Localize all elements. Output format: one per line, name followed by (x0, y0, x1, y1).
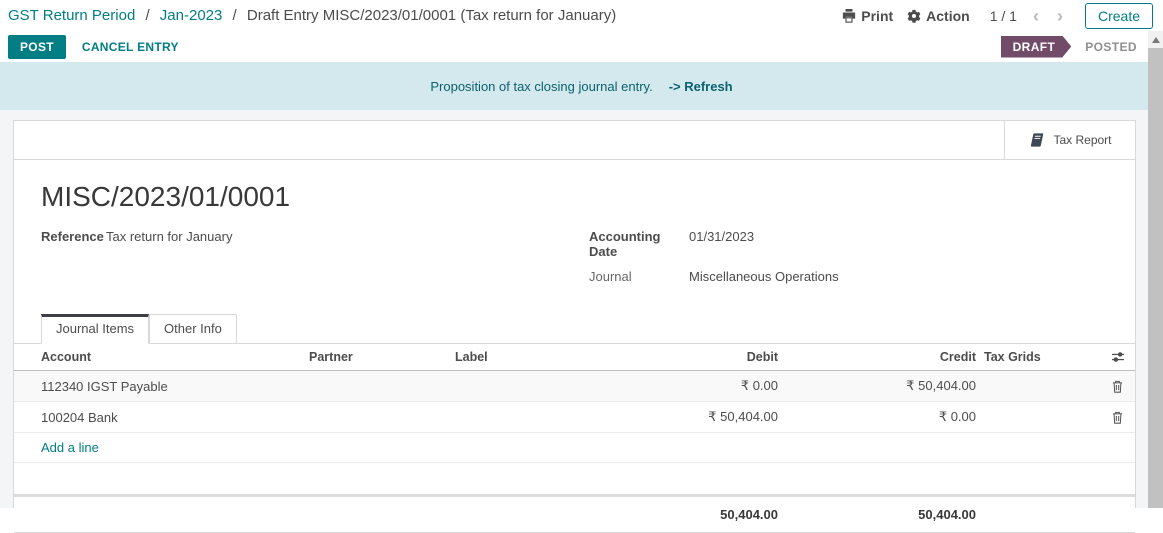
column-header-partner[interactable]: Partner (305, 344, 451, 371)
cell-partner[interactable] (305, 402, 451, 433)
breadcrumb-link-gst-return-period[interactable]: GST Return Period (8, 7, 135, 24)
entry-title: MISC/2023/01/0001 (41, 180, 1108, 214)
cell-account[interactable]: 112340 IGST Payable (14, 371, 305, 402)
refresh-link[interactable]: -> Refresh (669, 79, 733, 94)
field-group: Reference Tax return for January Account… (41, 229, 1108, 297)
column-header-label[interactable]: Label (451, 344, 636, 371)
tax-report-label: Tax Report (1053, 133, 1111, 147)
totals-row: 50,404.00 50,404.00 (14, 497, 1135, 533)
table-header-row: Account Partner Label Debit Credit Tax G… (14, 344, 1135, 371)
breadcrumb-separator: / (145, 7, 149, 24)
info-banner: Proposition of tax closing journal entry… (0, 62, 1163, 110)
total-debit: 50,404.00 (636, 497, 782, 533)
top-actions: Print Action 1 / 1 ‹ › Create (842, 3, 1153, 29)
action-label: Action (926, 8, 970, 24)
cell-credit[interactable]: ₹ 50,404.00 (782, 371, 980, 402)
pager-previous-icon[interactable]: ‹ (1031, 9, 1041, 23)
journal-item-row[interactable]: 112340 IGST Payable ₹ 0.00 ₹ 50,404.00 (14, 371, 1135, 402)
notebook-tabs: Journal Items Other Info (14, 314, 1135, 344)
scrollbar-up-arrow-icon[interactable] (1148, 31, 1163, 48)
trash-icon (1104, 411, 1131, 424)
breadcrumb-link-jan-2023[interactable]: Jan-2023 (160, 7, 223, 24)
sliders-icon (1104, 351, 1131, 363)
breadcrumb-current: Draft Entry MISC/2023/01/0001 (Tax retur… (247, 7, 616, 24)
cell-tax-grids[interactable] (980, 371, 1100, 402)
column-header-credit[interactable]: Credit (782, 344, 980, 371)
scrollbar-thumb[interactable] (1148, 48, 1163, 508)
optional-columns-button[interactable] (1100, 344, 1135, 371)
post-button[interactable]: POST (8, 35, 66, 59)
control-bar: POST CANCEL ENTRY DRAFT POSTED (0, 31, 1163, 62)
print-button[interactable]: Print (842, 8, 893, 24)
cell-account[interactable]: 100204 Bank (14, 402, 305, 433)
status-bar: DRAFT POSTED (1001, 36, 1137, 58)
pager-next-icon[interactable]: › (1055, 9, 1065, 23)
journal-book-icon (1028, 132, 1045, 148)
column-header-tax-grids[interactable]: Tax Grids (980, 344, 1100, 371)
cell-debit[interactable]: ₹ 50,404.00 (636, 402, 782, 433)
create-button[interactable]: Create (1085, 3, 1153, 29)
breadcrumb-separator: / (233, 7, 237, 24)
status-badge-posted[interactable]: POSTED (1085, 40, 1137, 54)
tax-report-button[interactable]: Tax Report (1004, 121, 1135, 159)
form-card: Tax Report MISC/2023/01/0001 Reference T… (13, 120, 1136, 508)
delete-row-button[interactable] (1100, 371, 1135, 402)
journal-value[interactable]: Miscellaneous Operations (689, 269, 839, 287)
button-box: Tax Report (14, 121, 1135, 160)
tab-journal-items[interactable]: Journal Items (41, 314, 149, 344)
totals-spacer (14, 497, 305, 533)
cell-label[interactable] (451, 371, 636, 402)
field-column-left: Reference Tax return for January (41, 229, 589, 297)
odoo-form-view: GST Return Period / Jan-2023 / Draft Ent… (0, 0, 1163, 508)
cell-debit[interactable]: ₹ 0.00 (636, 371, 782, 402)
journal-items-table: Account Partner Label Debit Credit Tax G… (14, 344, 1135, 463)
accounting-date-label: Accounting Date (589, 229, 689, 259)
cancel-entry-button[interactable]: CANCEL ENTRY (82, 40, 179, 54)
accounting-date-value[interactable]: 01/31/2023 (689, 229, 754, 259)
add-a-line-link[interactable]: Add a line (41, 440, 99, 455)
journal-label: Journal (589, 269, 689, 287)
journal-item-row[interactable]: 100204 Bank ₹ 50,404.00 ₹ 0.00 (14, 402, 1135, 433)
printer-icon (842, 9, 856, 23)
add-line-row: Add a line (14, 433, 1135, 463)
total-credit: 50,404.00 (782, 497, 980, 533)
cell-tax-grids[interactable] (980, 402, 1100, 433)
vertical-scrollbar[interactable] (1148, 31, 1163, 508)
action-button[interactable]: Action (907, 8, 970, 24)
cell-partner[interactable] (305, 371, 451, 402)
cell-label[interactable] (451, 402, 636, 433)
field-column-right: Accounting Date 01/31/2023 Journal Misce… (589, 229, 1108, 297)
gear-icon (907, 9, 921, 23)
field-accounting-date: Accounting Date 01/31/2023 (589, 229, 1108, 259)
column-header-debit[interactable]: Debit (636, 344, 782, 371)
form-sheet: MISC/2023/01/0001 Reference Tax return f… (14, 160, 1135, 533)
field-journal: Journal Miscellaneous Operations (589, 269, 1108, 287)
delete-row-button[interactable] (1100, 402, 1135, 433)
trash-icon (1104, 380, 1131, 393)
top-navbar: GST Return Period / Jan-2023 / Draft Ent… (0, 0, 1163, 31)
tab-other-info[interactable]: Other Info (149, 314, 237, 344)
cell-credit[interactable]: ₹ 0.00 (782, 402, 980, 433)
pager-counter: 1 / 1 (990, 8, 1017, 24)
breadcrumb: GST Return Period / Jan-2023 / Draft Ent… (8, 7, 616, 24)
reference-value[interactable]: Tax return for January (106, 229, 232, 247)
print-label: Print (861, 8, 893, 24)
record-actions: POST CANCEL ENTRY (8, 35, 179, 59)
status-badge-draft[interactable]: DRAFT (1001, 36, 1072, 58)
reference-label: Reference (41, 229, 106, 247)
field-reference: Reference Tax return for January (41, 229, 589, 247)
banner-message: Proposition of tax closing journal entry… (430, 79, 652, 94)
column-header-account[interactable]: Account (14, 344, 305, 371)
